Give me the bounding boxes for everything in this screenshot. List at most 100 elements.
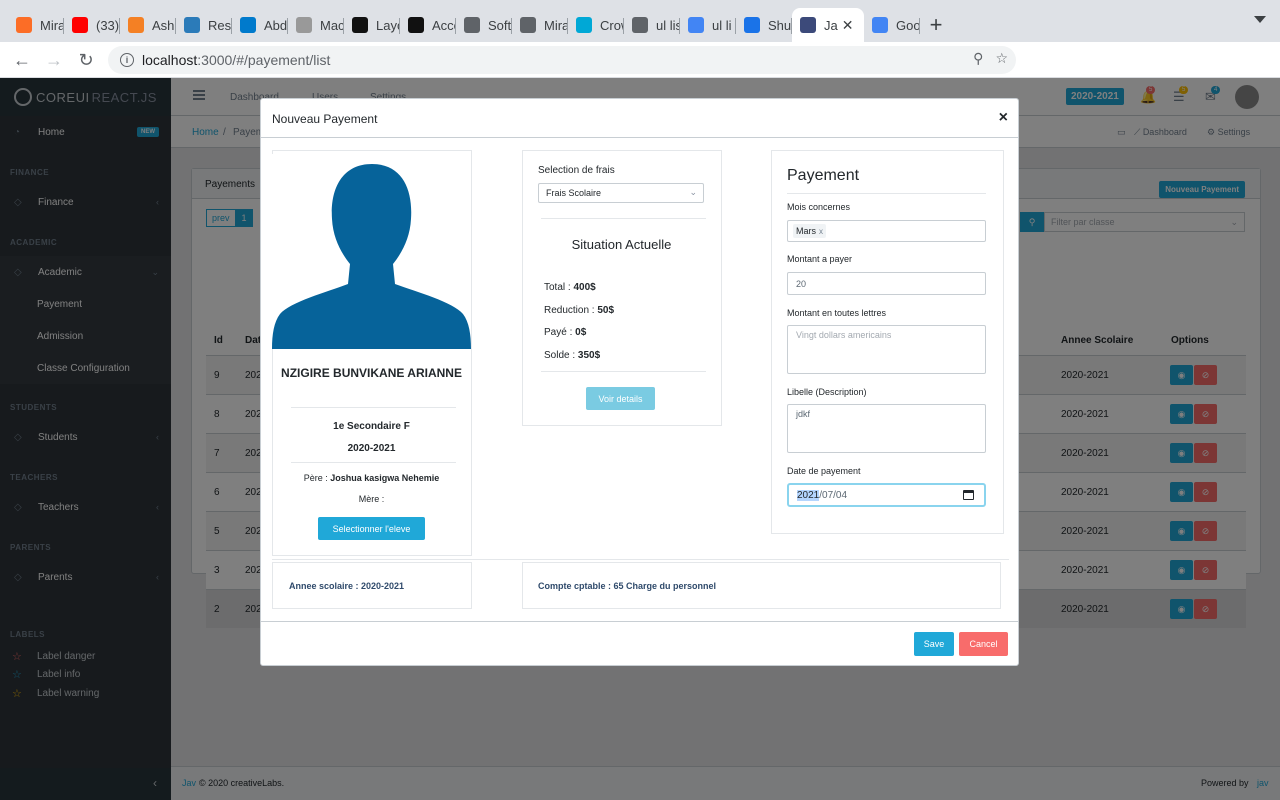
paid-value: 0$ — [575, 327, 587, 338]
cancel-button[interactable]: Cancel — [959, 632, 1008, 656]
tab-title: Resur — [208, 17, 232, 33]
tab-favicon-icon — [16, 17, 32, 33]
date-input[interactable]: 2021/07/04 — [787, 483, 986, 507]
browser-tab[interactable]: Ashut — [120, 8, 176, 42]
tab-favicon-icon — [72, 17, 88, 33]
tab-title: Ashut — [152, 17, 176, 33]
months-multiselect[interactable]: Mars x — [787, 220, 986, 242]
father-label: Père : — [303, 473, 328, 483]
amount-words-textarea[interactable]: Vingt dollars americains — [787, 325, 986, 374]
tab-title: Softw — [488, 17, 512, 33]
tab-favicon-icon — [800, 17, 816, 33]
tab-title: (33) C — [96, 17, 120, 33]
tab-favicon-icon — [408, 17, 424, 33]
person-silhouette-icon — [272, 164, 471, 349]
browser-tab[interactable]: Accou — [400, 8, 456, 42]
remove-tag-icon[interactable]: x — [819, 227, 823, 236]
browser-tab[interactable]: Shule — [736, 8, 792, 42]
tab-favicon-icon — [296, 17, 312, 33]
situation-title: Situation Actuelle — [571, 237, 672, 252]
tab-search-icon[interactable] — [1254, 16, 1266, 23]
browser-tab[interactable]: Mirac — [8, 8, 64, 42]
browser-tab[interactable]: Mira v — [512, 8, 568, 42]
reduction-value: 50$ — [597, 305, 615, 316]
site-info-icon[interactable]: i — [120, 53, 134, 67]
close-icon[interactable]: × — [999, 109, 1008, 127]
bookmark-star-icon[interactable]: ☆ — [995, 50, 1008, 67]
date-rest: /07/04 — [819, 490, 848, 501]
browser-tab[interactable]: Resur — [176, 8, 232, 42]
months-label: Mois concernes — [787, 202, 851, 212]
total-value: 400$ — [573, 282, 596, 293]
school-year-info: Annee scolaire : 2020-2021 — [289, 581, 405, 591]
zoom-icon[interactable]: ⚲ — [973, 50, 983, 67]
father-line: Père : Joshua kasigwa Nehemie — [272, 473, 471, 483]
tab-favicon-icon — [688, 17, 704, 33]
tab-favicon-icon — [576, 17, 592, 33]
divider — [291, 462, 456, 463]
tab-title: Crowd — [600, 17, 624, 33]
select-student-button[interactable]: Selectionner l'eleve — [318, 517, 425, 540]
browser-tab-strip: Mirac (33) C Ashut Resur Abdul Mac - Layou Acco… — [0, 0, 1280, 42]
reload-icon[interactable]: ↻ — [70, 44, 102, 76]
paid-line: Payé : 0$ — [544, 327, 586, 338]
browser-tab[interactable]: Softw — [456, 8, 512, 42]
app-root: COREUI REACT.JS ◔ Home NEW FINANCE ◇ Fin… — [0, 78, 1280, 800]
tab-favicon-icon — [520, 17, 536, 33]
tab-favicon-icon — [128, 17, 144, 33]
tab-favicon-icon — [184, 17, 200, 33]
tab-title: Mirac — [40, 17, 64, 33]
tab-title: Abdul — [264, 17, 288, 33]
close-tab-icon[interactable]: ✕ — [842, 17, 854, 34]
browser-tab[interactable]: Abdul — [232, 8, 288, 42]
reduction-label: Reduction : — [544, 305, 595, 316]
month-tag-label: Mars — [796, 226, 816, 236]
address-bar[interactable]: i localhost:3000/#/payement/list ⚲ ☆ — [108, 46, 1016, 74]
payment-title: Payement — [787, 167, 860, 184]
new-tab-icon[interactable]: + — [920, 8, 952, 42]
tab-favicon-icon — [872, 17, 888, 33]
voir-details-button[interactable]: Voir details — [586, 387, 655, 410]
student-year: 2020-2021 — [347, 443, 396, 454]
description-textarea[interactable]: jdkf — [787, 404, 986, 453]
forward-icon[interactable]: → — [38, 44, 70, 76]
father-name: Joshua kasigwa Nehemie — [330, 473, 440, 483]
browser-tab[interactable]: Layou — [344, 8, 400, 42]
fees-select-label: Selection de frais — [538, 165, 615, 176]
browser-tab[interactable]: ul li in — [680, 8, 736, 42]
balance-label: Solde : — [544, 350, 576, 361]
balance-line: Solde : 350$ — [544, 350, 600, 361]
tab-title: Shule — [768, 17, 792, 33]
tab-title: Mac - — [320, 17, 344, 33]
tab-title: Mira v — [544, 17, 568, 33]
browser-tab[interactable]: ul list — [624, 8, 680, 42]
browser-tab[interactable]: Mac - — [288, 8, 344, 42]
reduction-line: Reduction : 50$ — [544, 305, 614, 316]
save-button[interactable]: Save — [914, 632, 954, 656]
tab-title: Accou — [432, 17, 456, 33]
date-year-segment[interactable]: 2021 — [797, 490, 820, 501]
url-host: localhost — [142, 52, 198, 68]
tab-title: Layou — [376, 17, 400, 33]
tab-favicon-icon — [744, 17, 760, 33]
total-label: Total : — [544, 282, 571, 293]
browser-tab[interactable]: Goog — [864, 8, 920, 42]
modal-header: Nouveau Payement × — [261, 99, 1018, 138]
browser-tab[interactable]: (33) C — [64, 8, 120, 42]
browser-tab[interactable]: Crowd — [568, 8, 624, 42]
mother-label: Mère : — [358, 494, 385, 504]
tab-favicon-icon — [632, 17, 648, 33]
amount-input[interactable]: 20 — [787, 272, 986, 295]
browser-tab[interactable]: Ja ✕ — [792, 8, 864, 42]
url-path: :3000/#/payement/list — [197, 52, 331, 68]
divider — [291, 407, 456, 408]
paid-label: Payé : — [544, 327, 573, 338]
tab-favicon-icon — [464, 17, 480, 33]
total-line: Total : 400$ — [544, 282, 596, 293]
student-photo — [272, 154, 471, 349]
divider — [541, 371, 706, 372]
calendar-icon[interactable] — [963, 490, 974, 500]
fees-select[interactable]: Frais Scolaire ⌄ — [538, 183, 704, 203]
back-icon[interactable]: ← — [6, 44, 38, 76]
browser-toolbar: ← → ↻ i localhost:3000/#/payement/list ⚲… — [0, 42, 1280, 111]
